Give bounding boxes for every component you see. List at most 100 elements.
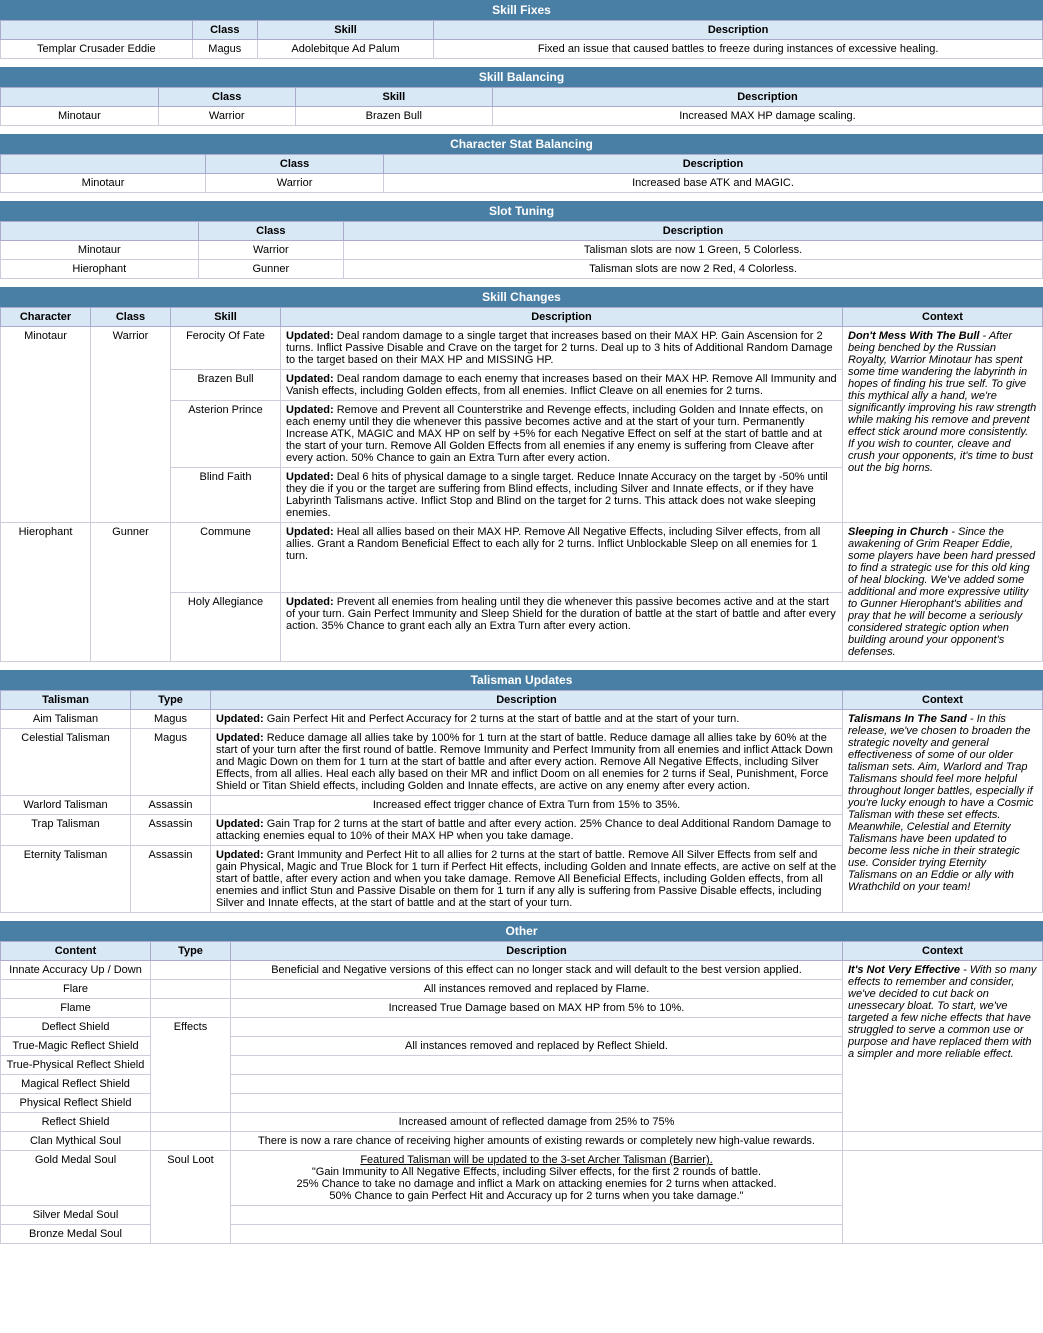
sc-col-context: Context — [843, 308, 1043, 327]
ot-context-empty — [843, 1132, 1043, 1151]
ot-content: Gold Medal Soul — [1, 1151, 151, 1206]
tu-desc: Updated: Gain Perfect Hit and Perfect Ac… — [211, 710, 843, 729]
ot-col-context: Context — [843, 942, 1043, 961]
table-row: Gold Medal Soul Soul Loot Featured Talis… — [1, 1151, 1043, 1206]
skill-fixes-header: Skill Fixes — [0, 0, 1043, 20]
tu-talisman: Trap Talisman — [1, 815, 131, 846]
char-stat-header: Character Stat Balancing — [0, 134, 1043, 154]
skill-balancing-table: Class Skill Description Minotaur Warrior… — [0, 87, 1043, 126]
tu-col-context: Context — [843, 691, 1043, 710]
sc-skill: Holy Allegiance — [171, 592, 281, 662]
skill-fixes-table: Class Skill Description Templar Crusader… — [0, 20, 1043, 59]
sb-class: Warrior — [158, 107, 295, 126]
sc-col-desc: Description — [281, 308, 843, 327]
sb-desc: Increased MAX HP damage scaling. — [492, 107, 1042, 126]
table-row: Templar Crusader Eddie Magus Adolebitque… — [1, 40, 1043, 59]
ot-type — [151, 1113, 231, 1132]
table-row: Innate Accuracy Up / Down Beneficial and… — [1, 961, 1043, 980]
sc-desc: Updated: Heal all allies based on their … — [281, 523, 843, 593]
table-row: Hierophant Gunner Talisman slots are now… — [1, 260, 1043, 279]
ot-type-soul-loot: Soul Loot — [151, 1151, 231, 1244]
tu-desc: Updated: Reduce damage all allies take b… — [211, 729, 843, 796]
sc-desc: Updated: Deal 6 hits of physical damage … — [281, 468, 843, 523]
tu-type: Magus — [131, 710, 211, 729]
st-class: Gunner — [198, 260, 343, 279]
ot-type — [151, 999, 231, 1018]
ot-context-soul — [843, 1151, 1043, 1244]
skill-balancing-header: Skill Balancing — [0, 67, 1043, 87]
tu-col-type: Type — [131, 691, 211, 710]
st-col-desc: Description — [344, 222, 1043, 241]
skill-balancing-section: Skill Balancing Class Skill Description … — [0, 67, 1043, 126]
ot-content: Silver Medal Soul — [1, 1206, 151, 1225]
tu-type: Magus — [131, 729, 211, 796]
ot-desc — [231, 1056, 843, 1075]
st-char: Minotaur — [1, 241, 199, 260]
ot-context: It's Not Very Effective - With so many e… — [843, 961, 1043, 1132]
ot-desc: Increased amount of reflected damage fro… — [231, 1113, 843, 1132]
st-desc: Talisman slots are now 1 Green, 5 Colorl… — [344, 241, 1043, 260]
ot-col-desc: Description — [231, 942, 843, 961]
st-col-class: Class — [198, 222, 343, 241]
char-stat-section: Character Stat Balancing Class Descripti… — [0, 134, 1043, 193]
skill-fixes-section: Skill Fixes Class Skill Description Temp… — [0, 0, 1043, 59]
ot-desc: All instances removed and replaced by Re… — [231, 1037, 843, 1056]
sf-col-skill: Skill — [257, 21, 433, 40]
sc-context-minotaur: Don't Mess With The Bull - After being b… — [843, 327, 1043, 523]
cs-col-class: Class — [206, 155, 384, 174]
ot-desc — [231, 1206, 843, 1225]
other-section: Other Content Type Description Context I… — [0, 921, 1043, 1244]
sc-skill: Ferocity Of Fate — [171, 327, 281, 370]
sf-col-class: Class — [192, 21, 257, 40]
sb-char: Minotaur — [1, 107, 159, 126]
tu-col-talisman: Talisman — [1, 691, 131, 710]
sc-class-warrior: Warrior — [91, 327, 171, 523]
ot-desc — [231, 1075, 843, 1094]
talisman-updates-section: Talisman Updates Talisman Type Descripti… — [0, 670, 1043, 913]
sf-col-desc: Description — [434, 21, 1043, 40]
ot-content: True-Physical Reflect Shield — [1, 1056, 151, 1075]
cs-desc: Increased base ATK and MAGIC. — [384, 174, 1043, 193]
st-char: Hierophant — [1, 260, 199, 279]
ot-content: Flare — [1, 980, 151, 999]
sc-skill: Brazen Bull — [171, 370, 281, 401]
ot-desc: Increased True Damage based on MAX HP fr… — [231, 999, 843, 1018]
slot-tuning-table: Class Description Minotaur Warrior Talis… — [0, 221, 1043, 279]
sb-skill: Brazen Bull — [295, 107, 492, 126]
tu-talisman: Aim Talisman — [1, 710, 131, 729]
slot-tuning-section: Slot Tuning Class Description Minotaur W… — [0, 201, 1043, 279]
sc-col-class: Class — [91, 308, 171, 327]
sf-class: Magus — [192, 40, 257, 59]
sb-col-char — [1, 88, 159, 107]
ot-col-type: Type — [151, 942, 231, 961]
sc-skill: Asterion Prince — [171, 401, 281, 468]
table-row: Minotaur Warrior Increased base ATK and … — [1, 174, 1043, 193]
sc-char-minotaur: Minotaur — [1, 327, 91, 523]
slot-tuning-header: Slot Tuning — [0, 201, 1043, 221]
st-col-char — [1, 222, 199, 241]
table-row: Minotaur Warrior Brazen Bull Increased M… — [1, 107, 1043, 126]
other-table: Content Type Description Context Innate … — [0, 941, 1043, 1244]
tu-talisman: Celestial Talisman — [1, 729, 131, 796]
sf-skill: Adolebitque Ad Palum — [257, 40, 433, 59]
tu-desc: Updated: Grant Immunity and Perfect Hit … — [211, 846, 843, 913]
sc-class-gunner: Gunner — [91, 523, 171, 662]
talisman-updates-header: Talisman Updates — [0, 670, 1043, 690]
skill-changes-table: Character Class Skill Description Contex… — [0, 307, 1043, 662]
ot-desc: All instances removed and replaced by Fl… — [231, 980, 843, 999]
sb-col-desc: Description — [492, 88, 1042, 107]
sf-desc: Fixed an issue that caused battles to fr… — [434, 40, 1043, 59]
sc-skill: Commune — [171, 523, 281, 593]
tu-talisman: Eternity Talisman — [1, 846, 131, 913]
tu-type: Assassin — [131, 796, 211, 815]
cs-char: Minotaur — [1, 174, 206, 193]
sc-desc: Updated: Deal random damage to a single … — [281, 327, 843, 370]
ot-type — [151, 961, 231, 980]
sc-desc: Updated: Prevent all enemies from healin… — [281, 592, 843, 662]
ot-desc: Beneficial and Negative versions of this… — [231, 961, 843, 980]
ot-desc: Featured Talisman will be updated to the… — [231, 1151, 843, 1206]
tu-talisman: Warlord Talisman — [1, 796, 131, 815]
sc-desc: Updated: Deal random damage to each enem… — [281, 370, 843, 401]
table-row: Aim Talisman Magus Updated: Gain Perfect… — [1, 710, 1043, 729]
tu-type: Assassin — [131, 846, 211, 913]
